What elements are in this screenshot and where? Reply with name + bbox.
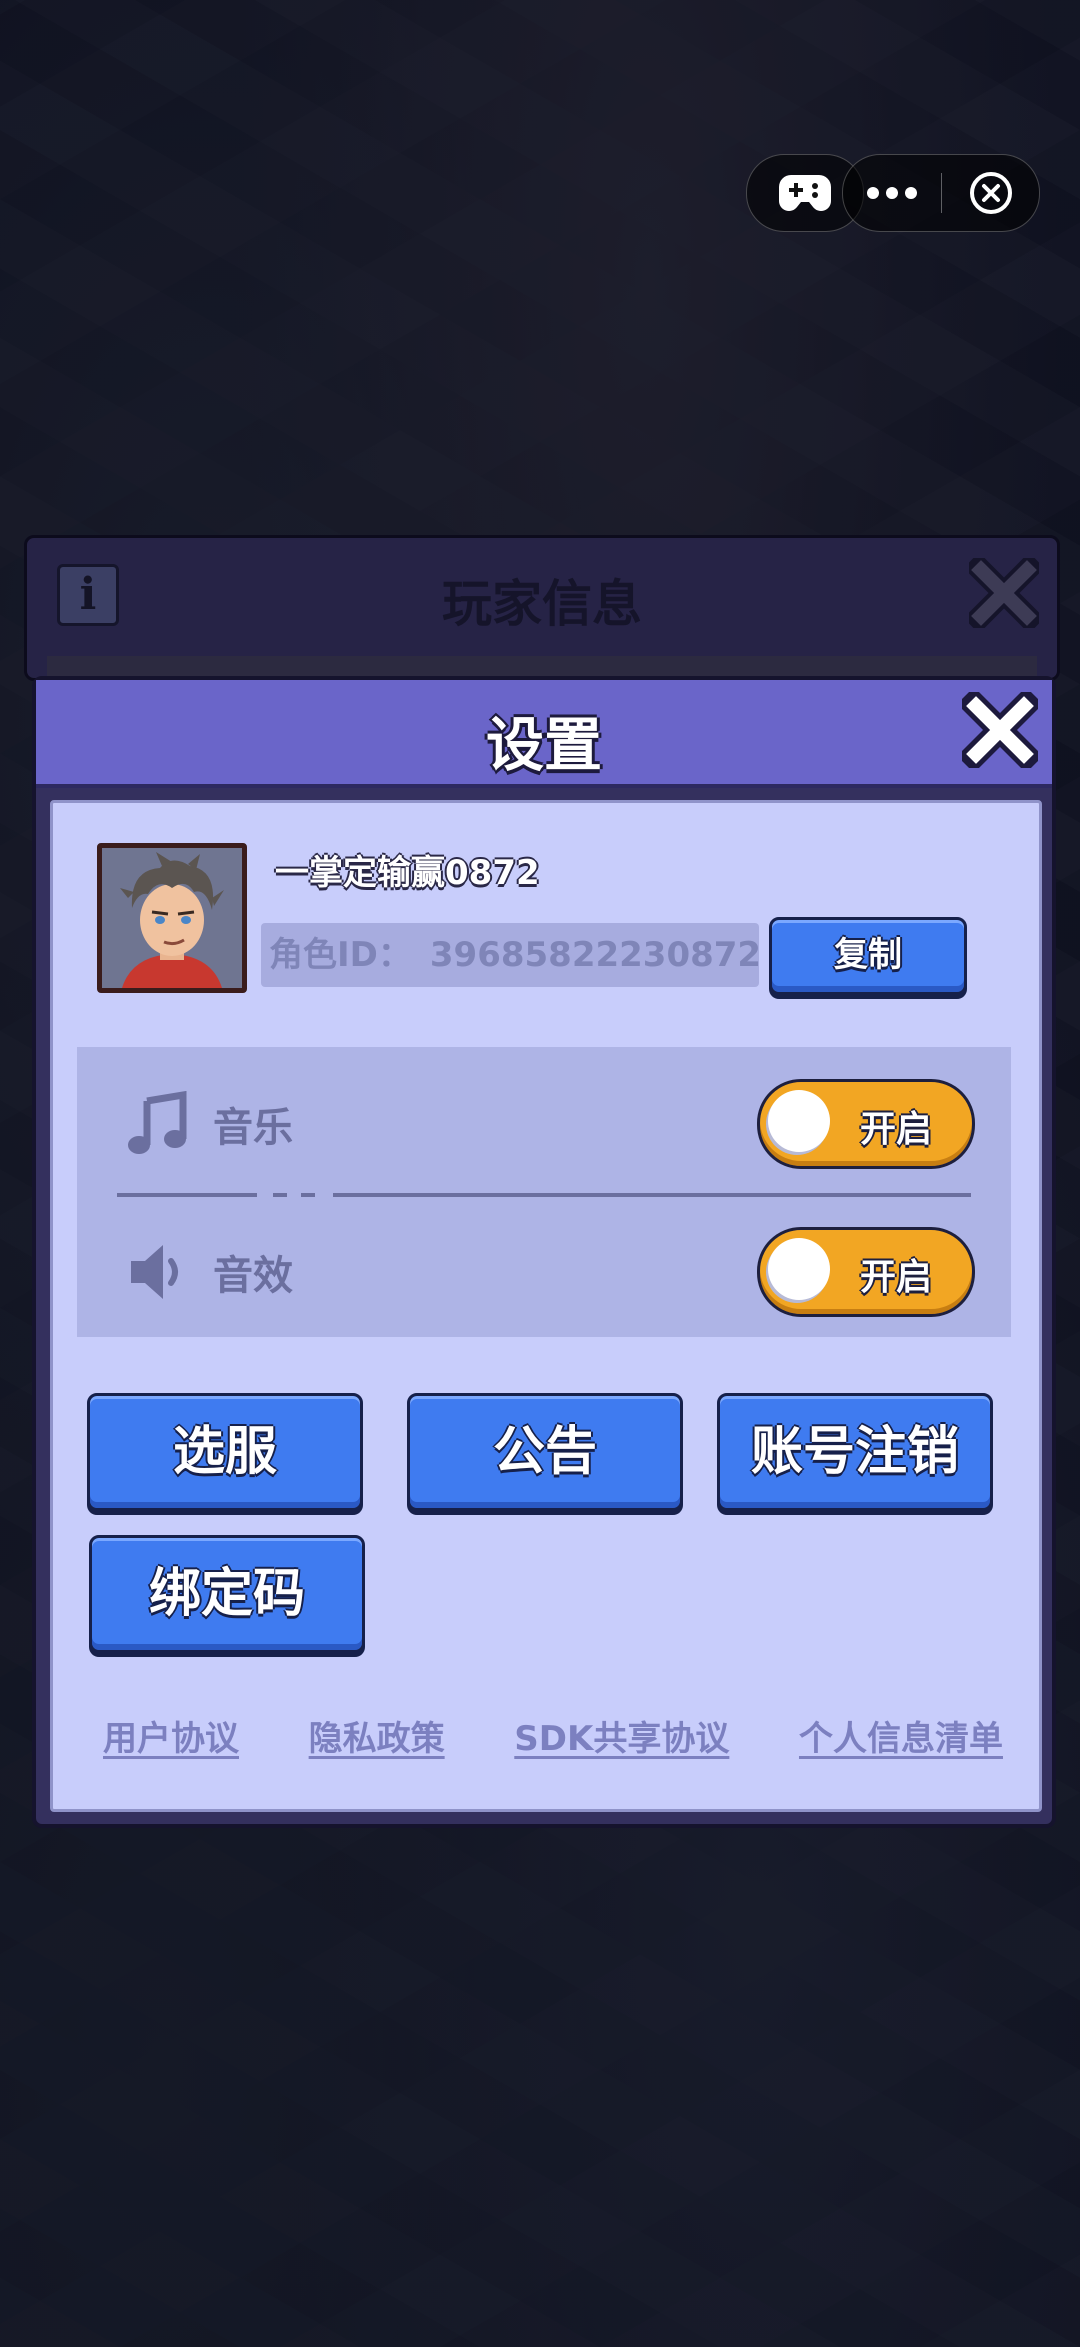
role-id-field: 角色ID： 39685822230872 bbox=[261, 923, 759, 987]
music-toggle[interactable]: 开启 bbox=[757, 1079, 975, 1169]
settings-dialog: 设置 一掌定输赢0872 角色ID： 39685822230872 复制 音乐 … bbox=[32, 676, 1056, 1828]
role-id-value: 39685822230872 bbox=[429, 935, 759, 975]
close-circle-icon bbox=[969, 172, 1012, 214]
sfx-toggle[interactable]: 开启 bbox=[757, 1227, 975, 1317]
close-x-icon[interactable] bbox=[969, 558, 1039, 628]
music-label: 音乐 bbox=[213, 1105, 293, 1151]
gamepad-icon bbox=[779, 175, 831, 211]
select-server-button[interactable]: 选服 bbox=[87, 1393, 363, 1511]
privacy-policy-link[interactable]: 隐私政策 bbox=[309, 1711, 445, 1760]
copy-button[interactable]: 复制 bbox=[769, 917, 967, 995]
audio-settings: 音乐 开启 音效 开启 bbox=[77, 1047, 1011, 1337]
close-x-icon[interactable] bbox=[962, 692, 1038, 768]
music-note-icon bbox=[128, 1091, 187, 1154]
personal-info-list-link[interactable]: 个人信息清单 bbox=[799, 1711, 1003, 1760]
user-agreement-link[interactable]: 用户协议 bbox=[103, 1711, 239, 1760]
toggle-knob bbox=[768, 1238, 830, 1300]
player-info-dialog: i 玩家信息 bbox=[24, 535, 1060, 686]
player-nickname: 一掌定输赢0872 bbox=[275, 853, 540, 893]
sfx-row: 音效 开启 bbox=[77, 1209, 1011, 1329]
music-toggle-text: 开启 bbox=[860, 1109, 933, 1150]
bind-code-button[interactable]: 绑定码 bbox=[89, 1535, 365, 1653]
settings-header: 设置 bbox=[36, 680, 1052, 788]
capsule-menu bbox=[842, 154, 1040, 232]
settings-panel: 一掌定输赢0872 角色ID： 39685822230872 复制 音乐 开启 bbox=[50, 800, 1042, 1812]
sfx-label: 音效 bbox=[213, 1253, 293, 1299]
music-row: 音乐 开启 bbox=[77, 1061, 1011, 1181]
toggle-knob bbox=[768, 1090, 830, 1152]
settings-title: 设置 bbox=[485, 711, 602, 779]
player-info-title: 玩家信息 bbox=[442, 575, 642, 633]
more-button[interactable] bbox=[843, 186, 941, 200]
sfx-toggle-text: 开启 bbox=[860, 1257, 933, 1298]
sdk-sharing-link[interactable]: SDK共享协议 bbox=[514, 1711, 729, 1760]
player-avatar[interactable] bbox=[97, 843, 247, 993]
agreement-links: 用户协议 隐私政策 SDK共享协议 个人信息清单 bbox=[103, 1711, 1003, 1760]
more-dots-icon bbox=[867, 187, 917, 199]
audio-divider bbox=[117, 1193, 971, 1197]
speaker-icon bbox=[131, 1245, 178, 1299]
announcement-button[interactable]: 公告 bbox=[407, 1393, 683, 1511]
account-cancel-button[interactable]: 账号注销 bbox=[717, 1393, 993, 1511]
role-id-label: 角色ID： bbox=[269, 935, 412, 975]
exit-miniprogram-button[interactable] bbox=[942, 170, 1039, 216]
avatar-portrait bbox=[102, 848, 242, 988]
